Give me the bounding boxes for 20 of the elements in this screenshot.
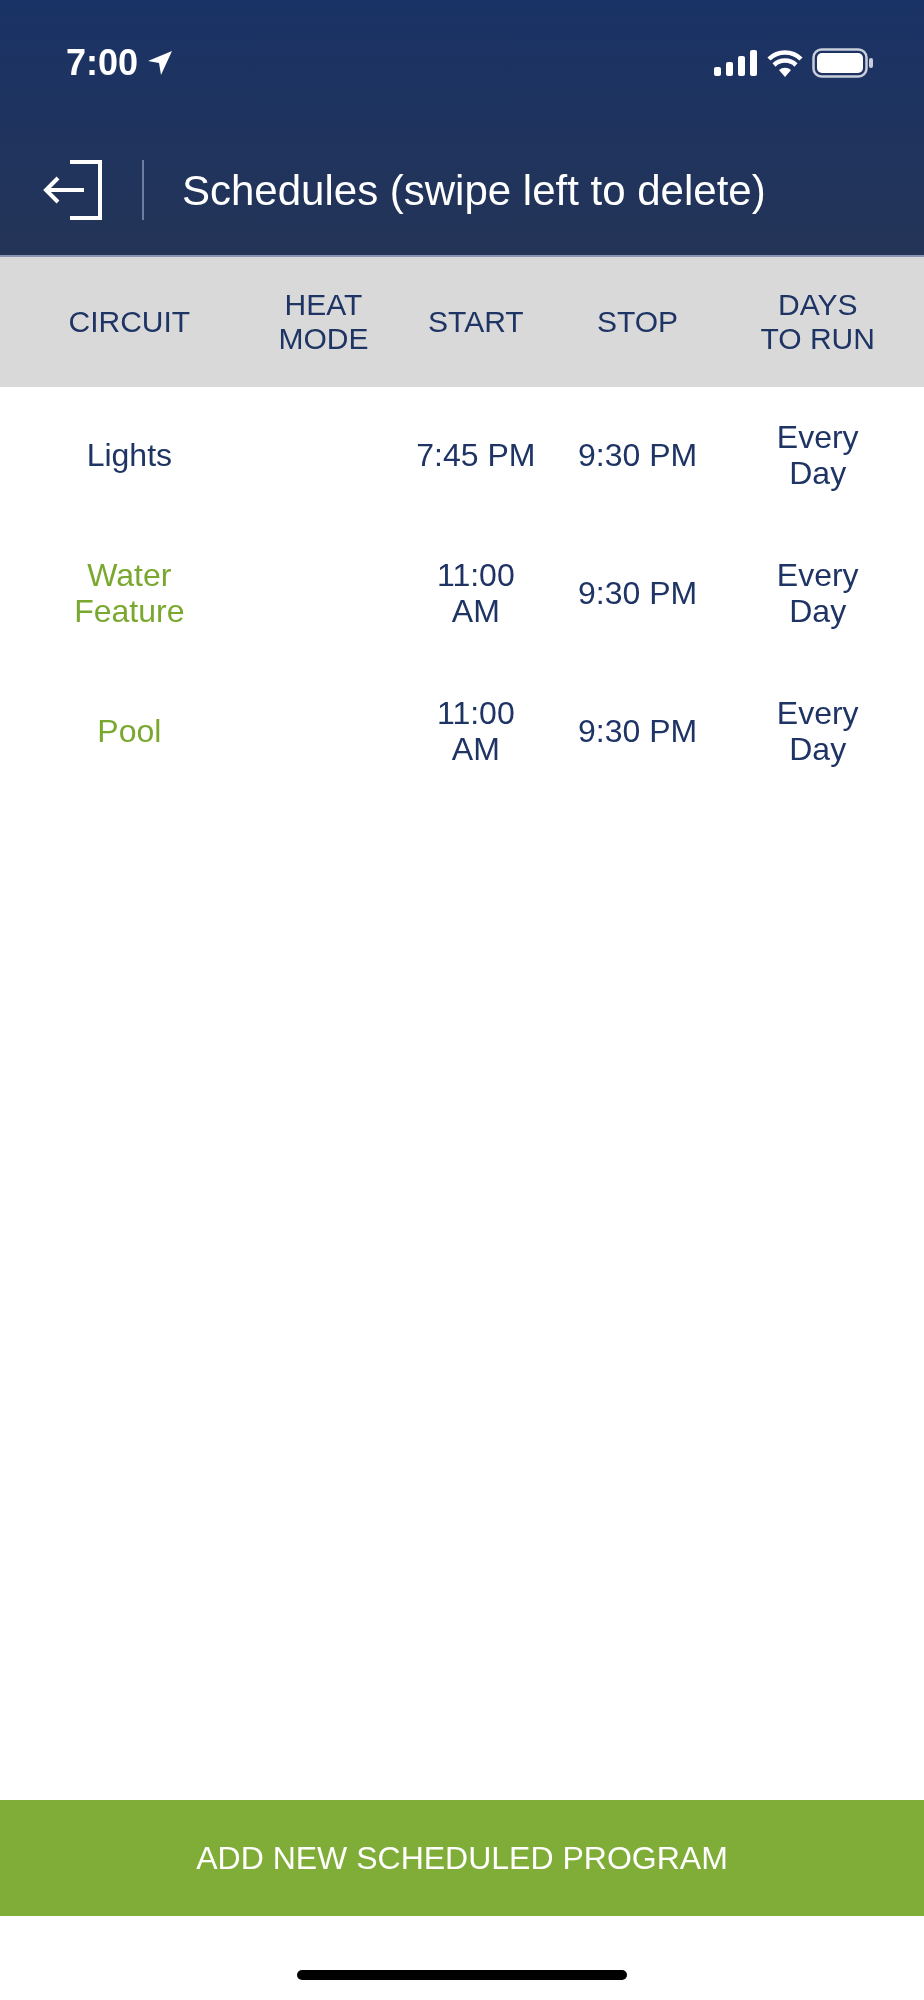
circuit-name: Pool xyxy=(97,714,162,750)
stop-time: 9:30 PM xyxy=(577,576,698,612)
column-header: CIRCUIT xyxy=(68,305,191,339)
column-header: HEAT MODE xyxy=(278,288,369,356)
stop-time: 9:30 PM xyxy=(577,438,698,474)
circuit-name: Lights xyxy=(86,438,173,474)
run-days: Every Day xyxy=(776,420,859,492)
start-time: 7:45 PM xyxy=(416,438,536,474)
column-header: START xyxy=(428,305,524,339)
column-header: DAYS TO RUN xyxy=(760,288,875,356)
circuit-name: Water Feature xyxy=(74,558,185,630)
start-time: 11:00 AM xyxy=(437,696,515,768)
add-program-button[interactable]: ADD NEW SCHEDULED PROGRAM xyxy=(0,1800,924,1916)
run-days: Every Day xyxy=(776,558,859,630)
run-days: Every Day xyxy=(776,696,859,768)
screen-title: Schedules (swipe left to delete) xyxy=(182,165,766,216)
start-time: 11:00 AM xyxy=(437,558,515,630)
column-header: STOP xyxy=(596,305,679,339)
stop-time: 9:30 PM xyxy=(577,714,698,750)
status-time: 7:00 xyxy=(66,40,139,85)
